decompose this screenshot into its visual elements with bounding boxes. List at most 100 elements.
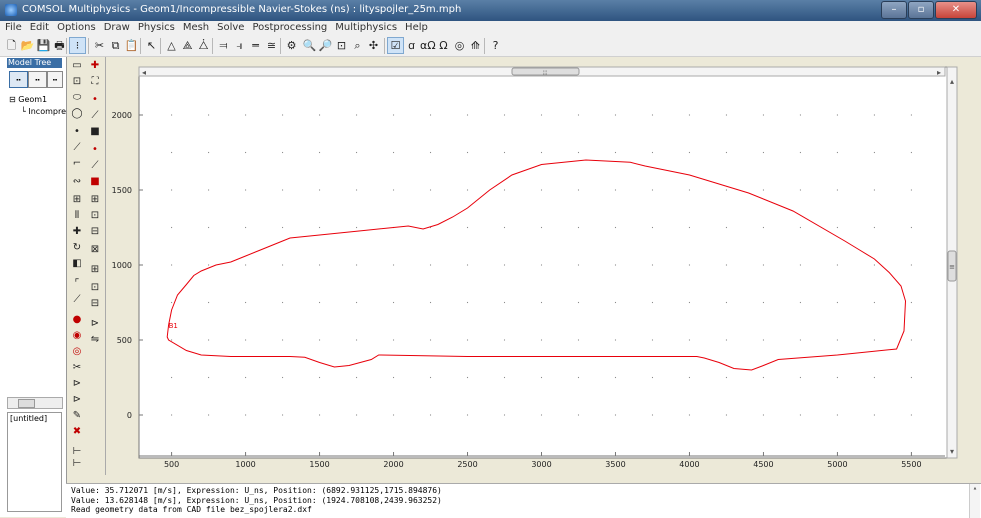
- point-2-icon[interactable]: •: [88, 93, 102, 107]
- refine-mesh-icon[interactable]: ⟁: [180, 38, 195, 53]
- scale-icon[interactable]: ◧: [70, 257, 84, 271]
- line-icon[interactable]: ⟋: [70, 141, 84, 155]
- help-icon[interactable]: ?: [488, 38, 503, 53]
- copy-icon[interactable]: ⧉: [108, 38, 123, 53]
- suggestions-icon[interactable]: ☑: [387, 37, 404, 54]
- draw-mode-icon[interactable]: ✚: [88, 59, 102, 73]
- export-icon[interactable]: ⊟: [88, 297, 102, 311]
- work-plane-icon[interactable]: ⊡: [88, 281, 102, 295]
- solid-red-icon[interactable]: ■: [88, 175, 102, 189]
- menu-postprocessing[interactable]: Postprocessing: [247, 21, 330, 36]
- bezier-icon[interactable]: ∾: [70, 175, 84, 189]
- rotate-icon[interactable]: ↻: [70, 241, 84, 255]
- geometry-plot[interactable]: ⦙⦙⦙ ◂ ▸ ≡ ▴ ▾ 500 1000 1500 2000 2500 3000 3500 4000 4…: [106, 57, 981, 475]
- zoom-out-icon[interactable]: 🔎: [318, 38, 333, 53]
- revolve-icon[interactable]: ⊠: [88, 243, 102, 257]
- menu-multiphysics[interactable]: Multiphysics: [330, 21, 400, 36]
- delete-icon[interactable]: ✖: [70, 425, 84, 439]
- close-button[interactable]: ✕: [935, 1, 977, 19]
- union-icon[interactable]: ●: [70, 313, 84, 327]
- intersect-icon[interactable]: ◉: [70, 329, 84, 343]
- minimize-button[interactable]: –: [881, 1, 907, 19]
- zoom-extents-icon[interactable]: ⌕: [350, 38, 365, 53]
- tree-view-mesh-button[interactable]: ⬝⬝: [47, 71, 63, 88]
- menu-edit[interactable]: Edit: [25, 21, 52, 36]
- log-scrollbar[interactable]: ▴: [969, 484, 980, 518]
- plot-icon[interactable]: ⟰: [468, 38, 483, 53]
- constants-icon[interactable]: ꭤ: [404, 38, 419, 53]
- zoom-in-icon[interactable]: 🔍: [302, 38, 317, 53]
- menu-solve[interactable]: Solve: [212, 21, 247, 36]
- geometry-mode-icon[interactable]: ⁝: [69, 37, 86, 54]
- segment-icon[interactable]: ⟋: [88, 109, 102, 123]
- tree-view-geometry-button[interactable]: ⬝⬝: [9, 71, 28, 88]
- rectangle-icon[interactable]: ▭: [70, 59, 84, 73]
- tangent-icon[interactable]: ⟋: [70, 293, 84, 307]
- pointer-icon[interactable]: ↖: [144, 38, 159, 53]
- plot-vscroll-grip[interactable]: ≡: [949, 263, 955, 271]
- new-file-icon[interactable]: 🗋: [4, 38, 19, 53]
- embed-icon[interactable]: ⊞: [88, 263, 102, 277]
- import-icon[interactable]: ⊳: [88, 317, 102, 331]
- menu-help[interactable]: Help: [400, 21, 431, 36]
- difference-icon[interactable]: ◎: [70, 345, 84, 359]
- scalar-icon[interactable]: ◎: [452, 38, 467, 53]
- paste-icon[interactable]: 📋: [124, 38, 139, 53]
- expressions-icon[interactable]: αΩ: [420, 38, 436, 53]
- open-folder-icon[interactable]: 📂: [20, 38, 35, 53]
- assembly-icon[interactable]: ⇋: [88, 333, 102, 347]
- mirror-icon[interactable]: ⫴: [70, 209, 84, 223]
- plot-vscroll-down-arrow[interactable]: ▾: [950, 447, 954, 456]
- tree-scroll-thumb[interactable]: [18, 399, 35, 408]
- menu-file[interactable]: File: [0, 21, 25, 36]
- maximize-button[interactable]: ▫: [908, 1, 934, 19]
- arc-icon[interactable]: •: [88, 143, 102, 157]
- boundary-settings-icon[interactable]: ⫣: [232, 38, 247, 53]
- point-settings-icon[interactable]: ≅: [264, 38, 279, 53]
- plot-hscroll-left-arrow[interactable]: ◂: [142, 68, 146, 77]
- plot-hscroll-grip[interactable]: ⦙⦙⦙: [543, 70, 547, 77]
- circle-icon[interactable]: ◯: [70, 107, 84, 121]
- menu-physics[interactable]: Physics: [133, 21, 178, 36]
- plot-vscroll-up-arrow[interactable]: ▴: [950, 77, 954, 86]
- print-icon[interactable]: 🖶: [52, 38, 67, 53]
- fillet-icon[interactable]: ⌜: [70, 277, 84, 291]
- array-icon[interactable]: ⊞: [70, 193, 84, 207]
- ellipse-icon[interactable]: ⬭: [70, 91, 84, 105]
- plot-hscroll-right-arrow[interactable]: ▸: [937, 68, 941, 77]
- mesh-quad-icon[interactable]: ⧊: [196, 38, 211, 53]
- array-2-icon[interactable]: ⊞: [88, 193, 102, 207]
- curve-icon[interactable]: ⌐: [70, 157, 84, 171]
- tree-view-physics-button[interactable]: ⬝⬝: [28, 71, 47, 88]
- tree-node-geom1[interactable]: ⊟ Geom1: [9, 94, 66, 106]
- menu-mesh[interactable]: Mesh: [178, 21, 212, 36]
- menu-options[interactable]: Options: [52, 21, 99, 36]
- copy-2-icon[interactable]: ⊡: [88, 209, 102, 223]
- point-mode-icon[interactable]: ⛶: [88, 75, 102, 89]
- square-solid-icon[interactable]: ■: [88, 125, 102, 139]
- zoom-window-icon[interactable]: ⊡: [334, 38, 349, 53]
- coerce-solid-icon[interactable]: ⊳: [70, 377, 84, 391]
- paint-icon[interactable]: ✎: [70, 409, 84, 423]
- extrude-icon[interactable]: ⊟: [88, 225, 102, 239]
- save-icon[interactable]: 💾: [36, 38, 51, 53]
- log-scroll-up-arrow[interactable]: ▴: [970, 484, 980, 492]
- mesh-triangle-icon[interactable]: △: [164, 38, 179, 53]
- point-icon[interactable]: •: [70, 125, 84, 139]
- omega-icon[interactable]: Ω: [436, 38, 451, 53]
- split-icon[interactable]: ✂: [70, 361, 84, 375]
- subdomain-settings-icon[interactable]: ⫤: [216, 38, 231, 53]
- line-2-icon[interactable]: ⟋: [88, 159, 102, 173]
- use-assembly-icon[interactable]: ⊢: [70, 457, 84, 471]
- square-icon[interactable]: ⊡: [70, 75, 84, 89]
- restart-icon[interactable]: ✣: [366, 38, 381, 53]
- cut-icon[interactable]: ✂: [92, 38, 107, 53]
- menu-draw[interactable]: Draw: [99, 21, 133, 36]
- coerce-face-icon[interactable]: ⊳: [70, 393, 84, 407]
- grid-dot: [873, 301, 876, 304]
- tree-horizontal-scrollbar[interactable]: [7, 397, 63, 409]
- edge-settings-icon[interactable]: ═: [248, 38, 263, 53]
- move-icon[interactable]: ✚: [70, 225, 84, 239]
- tree-node-incompressible[interactable]: └ Incompre: [9, 106, 66, 118]
- solve-icon[interactable]: ⚙: [284, 38, 299, 53]
